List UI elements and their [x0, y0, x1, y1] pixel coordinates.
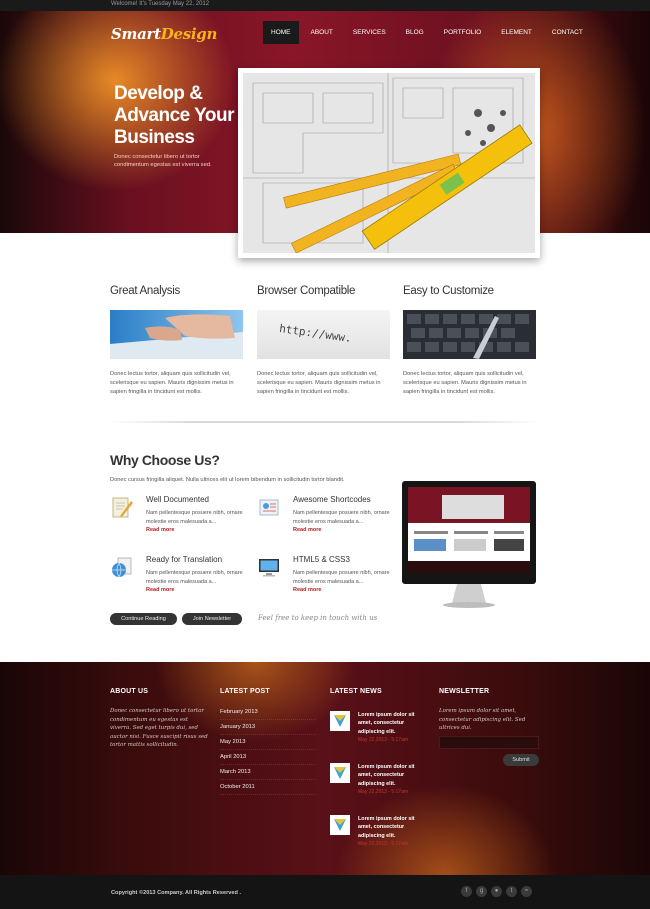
- nav-home[interactable]: HOME: [263, 21, 299, 44]
- globe-document-icon: [112, 557, 132, 578]
- read-more-link[interactable]: Read more: [293, 527, 321, 533]
- why-item-text: Nam pellentesque posuere nibh, ornare mo…: [146, 510, 243, 525]
- feature-title: Browser Compatible: [257, 285, 356, 297]
- nav-contact[interactable]: CONTACT: [544, 21, 591, 44]
- newsletter-text: Lorem ipsum dolor sit amet, consectetur …: [439, 708, 526, 732]
- feature-text: Donec lectus tortor, aliquam quis sollic…: [257, 371, 381, 395]
- news-date: May 22,2013 - 5:17am: [358, 737, 409, 743]
- footer-heading: NEWSLETTER: [439, 688, 490, 695]
- site-logo[interactable]: SmartDesign: [111, 25, 217, 43]
- feature-title: Easy to Customize: [403, 285, 494, 297]
- post-archive-link[interactable]: January 2013: [220, 720, 316, 735]
- imac-illustration: [402, 481, 536, 608]
- read-more-link[interactable]: Read more: [293, 587, 321, 593]
- footer-about: ABOUT US Donec consectetur libero ut tor…: [110, 688, 210, 750]
- why-item-title: Well Documented: [146, 495, 209, 504]
- why-item-text: Nam pellentesque posuere nibh, ornare mo…: [293, 510, 390, 525]
- news-thumb-icon: [330, 763, 350, 783]
- why-intro: Donec cursus fringilla aliquet. Nulla ul…: [110, 477, 345, 483]
- welcome-text: Welcome! It's Tuesday May 22, 2012: [111, 1, 210, 7]
- continue-reading-button[interactable]: Continue Reading: [110, 613, 177, 625]
- read-more-link[interactable]: Read more: [146, 587, 174, 593]
- bottom-bar: [0, 875, 650, 909]
- post-archive-link[interactable]: March 2013: [220, 765, 316, 780]
- social-links: f g ● t ≈: [461, 886, 532, 897]
- nav-about[interactable]: ABOUT: [303, 21, 341, 44]
- blueprint-ruler-image: [243, 73, 535, 253]
- news-date: May 22,2013 - 5:17am: [358, 789, 409, 795]
- why-item-text: Nam pellentesque posuere nibh, ornare mo…: [146, 570, 243, 585]
- feature-browser-compatible: Browser Compatible http://www. Donec lec…: [257, 285, 390, 396]
- blueprint-illustration: [243, 73, 535, 253]
- typing-hands-thumb: [110, 310, 243, 359]
- news-thumb-icon: [330, 711, 350, 731]
- post-archive-link[interactable]: February 2013: [220, 705, 316, 720]
- nav-element[interactable]: ELEMENT: [493, 21, 540, 44]
- nav-services[interactable]: SERVICES: [345, 21, 394, 44]
- hero-title: Develop & Advance Your Business: [114, 83, 235, 148]
- flickr-icon[interactable]: ●: [491, 886, 502, 897]
- feature-text: Donec lectus tortor, aliquam quis sollic…: [403, 371, 527, 395]
- browser-url-thumb: http://www.: [257, 310, 390, 359]
- footer-heading: ABOUT US: [110, 688, 149, 695]
- why-item-title: Awesome Shortcodes: [293, 495, 371, 504]
- nav-blog[interactable]: BLOG: [398, 21, 432, 44]
- footer-heading: LATEST NEWS: [330, 688, 382, 695]
- newsletter-submit-button[interactable]: Submit: [503, 754, 539, 766]
- nav-portfolio[interactable]: PORTFOLIO: [436, 21, 489, 44]
- logo-part-2: Design: [160, 25, 218, 43]
- copyright-text: Copyright ©2013 Company. All Rights Rese…: [111, 890, 242, 896]
- read-more-link[interactable]: Read more: [146, 527, 174, 533]
- footer-heading: LATEST POST: [220, 688, 270, 695]
- shortcodes-icon: [259, 499, 279, 516]
- why-item-title: HTML5 & CSS3: [293, 555, 350, 564]
- footer-latest-news: LATEST NEWS: [330, 688, 382, 695]
- feature-title: Great Analysis: [110, 285, 180, 297]
- join-newsletter-button[interactable]: Join Newsletter: [182, 613, 242, 625]
- google-plus-icon[interactable]: g: [476, 886, 487, 897]
- hero-text: Donec consectetur libero ut tortor condi…: [114, 154, 212, 168]
- facebook-icon[interactable]: f: [461, 886, 472, 897]
- document-pencil-icon: [112, 497, 133, 518]
- footer: [0, 662, 650, 875]
- twitter-icon[interactable]: t: [506, 886, 517, 897]
- keyboard-pen-thumb: [403, 310, 536, 359]
- top-bar: Welcome! It's Tuesday May 22, 2012: [0, 0, 650, 11]
- post-archive-list: February 2013 January 2013 May 2013 Apri…: [220, 705, 316, 795]
- news-text: Lorem ipsum dolor sit amet, consectetur …: [358, 816, 415, 839]
- browser-url-text: http://www.: [278, 321, 353, 346]
- feature-great-analysis: Great Analysis Donec lectus tortor, aliq…: [110, 285, 243, 396]
- post-archive-link[interactable]: October 2011: [220, 780, 316, 795]
- keyboard-hands-image: [110, 310, 243, 359]
- hero-image: [238, 68, 540, 258]
- post-archive-link[interactable]: April 2013: [220, 750, 316, 765]
- news-text: Lorem ipsum dolor sit amet, consectetur …: [358, 764, 415, 787]
- footer-latest-post: LATEST POST February 2013 January 2013 M…: [220, 688, 316, 795]
- main-nav: HOME ABOUT SERVICES BLOG PORTFOLIO ELEME…: [263, 21, 595, 44]
- feature-text: Donec lectus tortor, aliquam quis sollic…: [110, 371, 234, 395]
- monitor-icon: [259, 559, 279, 577]
- footer-newsletter: NEWSLETTER Lorem ipsum dolor sit amet, c…: [439, 688, 544, 733]
- logo-part-1: Smart: [111, 25, 161, 43]
- monitor-preview-image: [402, 481, 536, 611]
- news-text: Lorem ipsum dolor sit amet, consectetur …: [358, 712, 415, 735]
- news-thumb-icon: [330, 815, 350, 835]
- footer-about-text: Donec consectetur libero ut tortor condi…: [110, 708, 208, 749]
- keyboard-pen-image: [403, 310, 536, 359]
- newsletter-email-input[interactable]: [439, 736, 539, 749]
- why-title: Why Choose Us?: [110, 452, 220, 468]
- contact-tagline: Feel free to keep in touch with us: [258, 614, 378, 622]
- why-item-text: Nam pellentesque posuere nibh, ornare mo…: [293, 570, 390, 585]
- feature-easy-customize: Easy to Customize Donec lectus tortor, a…: [403, 285, 536, 396]
- news-date: May 22,2013 - 5:17am: [358, 841, 409, 847]
- post-archive-link[interactable]: May 2013: [220, 735, 316, 750]
- why-item-title: Ready for Translation: [146, 555, 223, 564]
- section-divider: [110, 421, 540, 423]
- rss-icon[interactable]: ≈: [521, 886, 532, 897]
